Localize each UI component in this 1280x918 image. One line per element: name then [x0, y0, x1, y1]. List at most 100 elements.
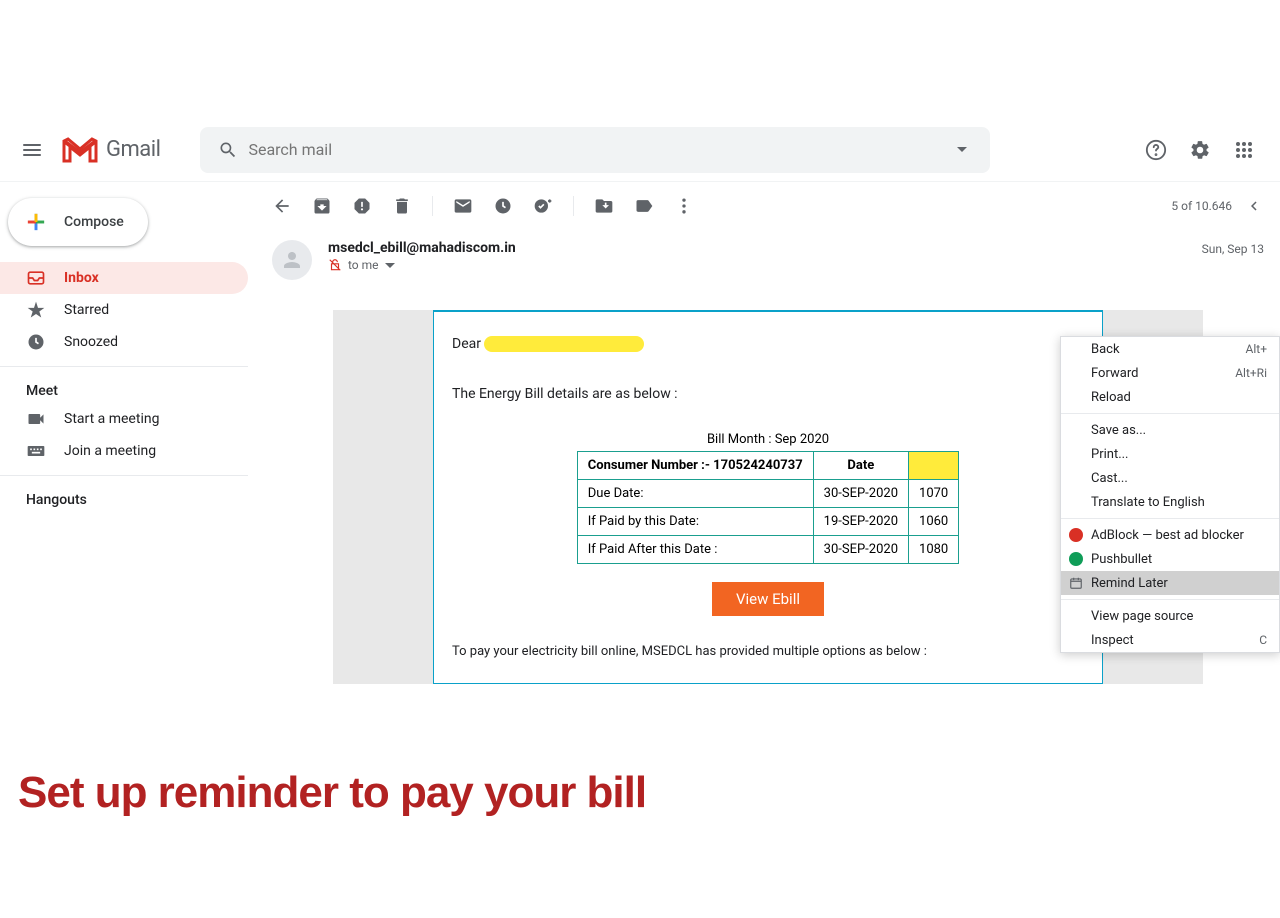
divider — [0, 366, 248, 367]
sidebar: Compose Inbox Starred Snoozed Meet — [0, 182, 256, 800]
help-icon — [1145, 139, 1167, 161]
email-date: Sun, Sep 13 — [1202, 242, 1264, 256]
adblock-icon — [1069, 528, 1083, 542]
archive-icon — [312, 196, 332, 216]
clock-icon — [493, 196, 513, 216]
pagination: 5 of 10.646 — [1171, 196, 1264, 216]
divider — [1061, 413, 1279, 414]
compose-label: Compose — [64, 214, 124, 230]
bill-table: Consumer Number :- 170524240737 Date Due… — [577, 451, 960, 564]
main-menu-button[interactable] — [8, 126, 56, 174]
browser-context-menu: BackAlt+ ForwardAlt+Ri Reload Save as...… — [1060, 336, 1280, 653]
view-ebill-button[interactable]: View Ebill — [712, 582, 824, 616]
more-vert-icon — [674, 196, 694, 216]
ctx-translate[interactable]: Translate to English — [1061, 490, 1279, 514]
gmail-logo[interactable]: Gmail — [60, 135, 160, 165]
sender-address: msedcl_ebill@mahadiscom.in — [328, 240, 1202, 256]
hamburger-icon — [23, 144, 41, 156]
ctx-reload[interactable]: Reload — [1061, 385, 1279, 409]
to-label: to me — [348, 258, 379, 272]
search-options-toggle[interactable] — [942, 147, 982, 152]
spam-button[interactable] — [352, 196, 372, 216]
calendar-icon — [1069, 576, 1083, 590]
separator — [432, 196, 433, 216]
compose-button[interactable]: Compose — [8, 198, 148, 246]
separator — [573, 196, 574, 216]
gmail-wordmark: Gmail — [106, 137, 160, 162]
label-icon — [634, 196, 654, 216]
divider — [0, 475, 248, 476]
arrow-left-icon — [272, 196, 292, 216]
gear-icon — [1189, 139, 1211, 161]
table-header-redacted — [909, 452, 959, 480]
support-button[interactable] — [1136, 130, 1176, 170]
video-icon — [26, 409, 46, 429]
prev-button[interactable] — [1244, 196, 1264, 216]
email-header: msedcl_ebill@mahadiscom.in to me Sun, Se… — [256, 230, 1280, 290]
star-icon — [26, 300, 46, 320]
report-spam-icon — [352, 196, 372, 216]
mark-unread-button[interactable] — [453, 196, 473, 216]
search-icon — [208, 140, 248, 160]
no-encryption-icon — [328, 258, 342, 272]
sidebar-item-label: Starred — [64, 302, 109, 318]
snooze-button[interactable] — [493, 196, 513, 216]
table-header: Consumer Number :- 170524240737 — [577, 452, 813, 480]
archive-button[interactable] — [312, 196, 332, 216]
table-row: Due Date: 30-SEP-2020 1070 — [577, 480, 959, 508]
salutation: Dear — [452, 336, 1084, 352]
divider — [1061, 518, 1279, 519]
clock-icon — [26, 332, 46, 352]
payment-options-text: To pay your electricity bill online, MSE… — [452, 644, 1084, 659]
sidebar-item-join-meeting[interactable]: Join a meeting — [0, 435, 248, 467]
sidebar-item-inbox[interactable]: Inbox — [0, 262, 248, 294]
sidebar-item-label: Start a meeting — [64, 411, 159, 427]
apps-grid-icon — [1235, 141, 1253, 159]
back-button[interactable] — [272, 196, 292, 216]
ctx-cast[interactable]: Cast... — [1061, 466, 1279, 490]
table-row: If Paid After this Date : 30-SEP-2020 10… — [577, 536, 959, 564]
mail-toolbar: 5 of 10.646 — [256, 182, 1280, 230]
ctx-adblock[interactable]: AdBlock — best ad blocker — [1061, 523, 1279, 547]
table-header: Date — [813, 452, 908, 480]
sender-avatar[interactable] — [272, 240, 312, 280]
person-icon — [280, 248, 304, 272]
search-box[interactable] — [200, 127, 990, 173]
caret-down-icon — [385, 263, 395, 268]
intro-text: The Energy Bill details are as below : — [452, 386, 1084, 402]
ctx-pushbullet[interactable]: Pushbullet — [1061, 547, 1279, 571]
sidebar-item-label: Join a meeting — [64, 443, 156, 459]
ctx-view-source[interactable]: View page source — [1061, 604, 1279, 628]
redacted-name — [484, 336, 644, 352]
settings-button[interactable] — [1180, 130, 1220, 170]
recipient-line[interactable]: to me — [328, 258, 1202, 272]
more-button[interactable] — [674, 196, 694, 216]
sidebar-item-label: Inbox — [64, 270, 99, 286]
plus-icon — [20, 206, 52, 238]
chevron-left-icon — [1245, 197, 1263, 215]
sidebar-item-start-meeting[interactable]: Start a meeting — [0, 403, 248, 435]
ctx-back[interactable]: BackAlt+ — [1061, 337, 1279, 361]
gmail-m-icon — [60, 135, 100, 165]
ctx-save-as[interactable]: Save as... — [1061, 418, 1279, 442]
app-header: Gmail — [0, 118, 1280, 182]
move-button[interactable] — [594, 196, 614, 216]
delete-button[interactable] — [392, 196, 412, 216]
task-add-icon — [533, 196, 553, 216]
sidebar-item-snoozed[interactable]: Snoozed — [0, 326, 248, 358]
apps-button[interactable] — [1224, 130, 1264, 170]
ctx-forward[interactable]: ForwardAlt+Ri — [1061, 361, 1279, 385]
labels-button[interactable] — [634, 196, 654, 216]
add-task-button[interactable] — [533, 196, 553, 216]
sidebar-item-starred[interactable]: Starred — [0, 294, 248, 326]
table-row: If Paid by this Date: 19-SEP-2020 1060 — [577, 508, 959, 536]
divider — [1061, 599, 1279, 600]
hangouts-section-title: Hangouts — [0, 484, 256, 512]
caret-down-icon — [957, 147, 967, 152]
ctx-print[interactable]: Print... — [1061, 442, 1279, 466]
search-input[interactable] — [248, 140, 942, 159]
ctx-remind-later[interactable]: Remind Later — [1061, 571, 1279, 595]
trash-icon — [392, 196, 412, 216]
email-body: Dear The Energy Bill details are as belo… — [433, 310, 1103, 684]
ctx-inspect[interactable]: InspectC — [1061, 628, 1279, 652]
